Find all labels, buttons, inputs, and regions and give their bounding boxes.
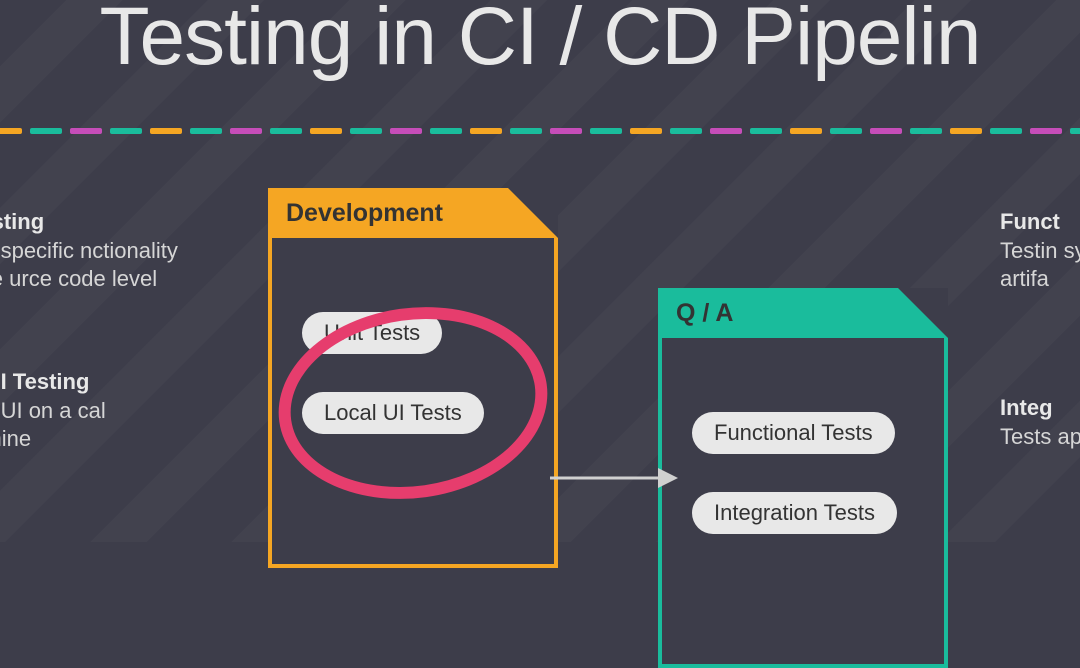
divider-dash: [30, 128, 62, 134]
desc-heading: cal UI Testing: [0, 369, 89, 394]
divider-dash: [190, 128, 222, 134]
divider-dash: [1030, 128, 1062, 134]
divider-dash: [510, 128, 542, 134]
divider-dash: [310, 128, 342, 134]
pill-local-ui-tests: Local UI Tests: [302, 392, 484, 434]
pill-unit-tests: Unit Tests: [302, 312, 442, 354]
desc-local-ui-testing: cal UI Testing sting UI on a cal machine: [0, 368, 188, 454]
divider-dash: [870, 128, 902, 134]
desc-functional: Funct Testin syste testin artifa: [1000, 208, 1080, 294]
divider-dash: [350, 128, 382, 134]
divider-dash: [830, 128, 862, 134]
divider-dash: [230, 128, 262, 134]
stage-label: Development: [286, 199, 443, 228]
divider-dash: [430, 128, 462, 134]
divider-dash: [1070, 128, 1080, 134]
desc-body: Tests appli asso: [1000, 424, 1080, 449]
divider-dash: [950, 128, 982, 134]
divider-dash: [150, 128, 182, 134]
desc-heading: Funct: [1000, 209, 1060, 234]
stage-label: Q / A: [676, 299, 733, 328]
divider-dash: [710, 128, 742, 134]
divider-dash: [270, 128, 302, 134]
page-title: Testing in CI / CD Pipelin: [0, 0, 1080, 84]
pill-functional-tests: Functional Tests: [692, 412, 895, 454]
divider-dash: [70, 128, 102, 134]
desc-heading: Integ: [1000, 395, 1053, 420]
divider-dash: [750, 128, 782, 134]
divider-dash: [470, 128, 502, 134]
divider-dash: [670, 128, 702, 134]
stage-qa: Q / A Functional Tests Integration Tests: [658, 288, 948, 668]
divider-dash: [0, 128, 22, 134]
desc-heading: it Testing: [0, 209, 44, 234]
pill-integration-tests: Integration Tests: [692, 492, 897, 534]
desc-body: sting UI on a cal machine: [0, 398, 106, 452]
divider-dash: [390, 128, 422, 134]
desc-unit-testing: it Testing sting specific nctionality at…: [0, 208, 188, 294]
divider-dash: [790, 128, 822, 134]
divider-dash: [910, 128, 942, 134]
desc-body: sting specific nctionality at the urce c…: [0, 238, 178, 292]
divider-dash: [550, 128, 582, 134]
folded-corner-icon: [898, 288, 948, 338]
divider-dash: [630, 128, 662, 134]
stage-development: Development Unit Tests Local UI Tests: [268, 188, 558, 568]
divider-dash: [990, 128, 1022, 134]
folded-corner-icon: [508, 188, 558, 238]
color-divider: [0, 128, 1080, 134]
arrow-dev-to-qa: [550, 478, 670, 480]
desc-body: Testin syste testin artifa: [1000, 238, 1080, 292]
desc-integration: Integ Tests appli asso: [1000, 394, 1080, 451]
divider-dash: [110, 128, 142, 134]
divider-dash: [590, 128, 622, 134]
